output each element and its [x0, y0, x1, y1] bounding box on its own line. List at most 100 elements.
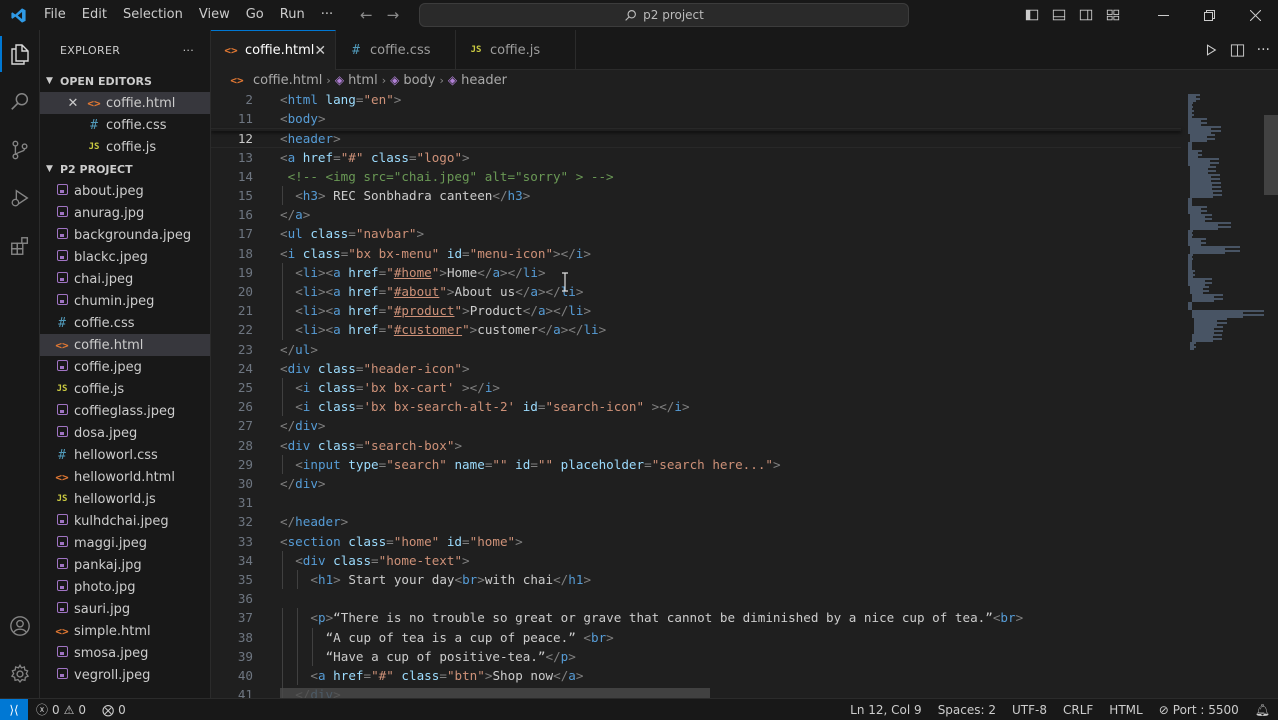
- image-file-icon: [54, 250, 70, 264]
- breadcrumb-html[interactable]: html: [348, 73, 378, 88]
- code-editor[interactable]: 2 <html lang="en"> 11 <body> 12 <header> 13 <a …: [211, 90, 1278, 698]
- open-editor-item[interactable]: ✕ <> coffie.html: [40, 92, 210, 114]
- language-mode[interactable]: HTML: [1101, 699, 1150, 720]
- run-file-icon[interactable]: [1204, 43, 1218, 57]
- code-line: 28 <div class="search-box">: [211, 436, 1181, 455]
- toggle-panel-icon[interactable]: [1045, 0, 1072, 30]
- menu-more[interactable]: ···: [313, 0, 341, 30]
- image-file-icon: [54, 536, 70, 550]
- file-tree-item[interactable]: smosa.jpeg: [40, 642, 210, 664]
- accounts-icon[interactable]: [0, 602, 40, 650]
- line-endings[interactable]: CRLF: [1055, 699, 1101, 720]
- menu-file[interactable]: File: [36, 0, 74, 30]
- file-tree-item[interactable]: dosa.jpeg: [40, 422, 210, 444]
- code-text: <li><a href="#product">Product</a></li>: [295, 303, 592, 319]
- file-tree-item[interactable]: coffieglass.jpeg: [40, 400, 210, 422]
- file-tree-item[interactable]: backgrounda.jpeg: [40, 224, 210, 246]
- breadcrumb-file[interactable]: coffie.html: [253, 73, 322, 88]
- file-tree-item[interactable]: chai.jpeg: [40, 268, 210, 290]
- explorer-more-icon[interactable]: ···: [183, 44, 194, 57]
- search-view-icon[interactable]: [0, 78, 40, 126]
- line-number: 13: [237, 149, 253, 165]
- file-tree-item[interactable]: chumin.jpeg: [40, 290, 210, 312]
- horizontal-scrollbar[interactable]: [280, 688, 710, 698]
- vertical-scrollbar[interactable]: [1264, 115, 1278, 195]
- breadcrumb-header[interactable]: header: [461, 73, 507, 88]
- toggle-primary-sidebar-icon[interactable]: [1018, 0, 1045, 30]
- close-editor-icon[interactable]: ✕: [66, 96, 80, 111]
- source-control-icon[interactable]: [0, 126, 40, 174]
- image-file-icon: [54, 558, 70, 572]
- tab-coffie-js[interactable]: JS coffie.js: [456, 30, 576, 70]
- file-tree-item[interactable]: anurag.jpg: [40, 202, 210, 224]
- indentation[interactable]: Spaces: 2: [930, 699, 1004, 720]
- menu-selection[interactable]: Selection: [115, 0, 191, 30]
- code-text: <p>“There is no trouble so great or grav…: [310, 610, 1024, 626]
- file-tree-item[interactable]: coffie.jpeg: [40, 356, 210, 378]
- file-tree-item[interactable]: blackc.jpeg: [40, 246, 210, 268]
- extensions-icon[interactable]: [0, 222, 40, 270]
- file-tree-item[interactable]: photo.jpg: [40, 576, 210, 598]
- cursor-position[interactable]: Ln 12, Col 9: [842, 699, 930, 720]
- file-tree-item[interactable]: <> helloworld.html: [40, 466, 210, 488]
- tab-coffie-html[interactable]: <> coffie.html ✕: [211, 30, 336, 70]
- explorer-icon[interactable]: [0, 30, 40, 78]
- close-window-icon[interactable]: [1232, 0, 1278, 30]
- file-tree-item[interactable]: kulhdchai.jpeg: [40, 510, 210, 532]
- forward-arrow-icon[interactable]: →: [387, 6, 400, 24]
- file-tree-item[interactable]: # helloworl.css: [40, 444, 210, 466]
- code-text: <div class="header-icon">: [280, 360, 470, 376]
- live-server-port[interactable]: ⊘ Port : 5500: [1151, 699, 1247, 720]
- file-tree-item[interactable]: maggi.jpeg: [40, 532, 210, 554]
- file-tree-item[interactable]: vegroll.jpeg: [40, 664, 210, 686]
- code-line: 30 </div>: [211, 474, 1181, 493]
- restore-icon[interactable]: [1186, 0, 1232, 30]
- file-tree-item[interactable]: sauri.jpg: [40, 598, 210, 620]
- html-file-icon: <>: [55, 338, 69, 352]
- file-tree-item[interactable]: JS coffie.js: [40, 378, 210, 400]
- file-tree-item[interactable]: JS helloworld.js: [40, 488, 210, 510]
- code-line: 33 <section class="home" id="home">: [211, 532, 1181, 551]
- menu-edit[interactable]: Edit: [74, 0, 115, 30]
- file-tree-item[interactable]: about.jpeg: [40, 180, 210, 202]
- customize-layout-icon[interactable]: [1099, 0, 1126, 30]
- line-number: 36: [237, 591, 253, 607]
- code-line: 16 </a>: [211, 205, 1181, 224]
- menu-run[interactable]: Run: [272, 0, 313, 30]
- close-tab-icon[interactable]: ✕: [314, 43, 326, 59]
- html-file-icon: <>: [230, 73, 244, 87]
- tab-coffie-css[interactable]: # coffie.css: [336, 30, 456, 70]
- command-center-search[interactable]: p2 project: [419, 3, 909, 27]
- project-section[interactable]: ▼ P2 PROJECT: [40, 158, 210, 180]
- more-actions-icon[interactable]: ···: [1257, 42, 1270, 58]
- file-tree-item[interactable]: pankaj.jpg: [40, 554, 210, 576]
- code-text: </ul>: [280, 341, 318, 357]
- notifications-bell-icon[interactable]: 🔔︎: [1247, 699, 1278, 720]
- split-editor-icon[interactable]: [1230, 43, 1245, 58]
- open-editors-section[interactable]: ▼ OPEN EDITORS: [40, 70, 210, 92]
- minimap-line: [1190, 196, 1213, 198]
- file-tree-item[interactable]: <> coffie.html: [40, 334, 210, 356]
- file-name: chumin.jpeg: [74, 293, 155, 309]
- open-editor-item[interactable]: # coffie.css: [40, 114, 210, 136]
- manage-gear-icon[interactable]: [0, 650, 40, 698]
- code-line: 12 <header>: [211, 128, 1181, 148]
- breadcrumb-body[interactable]: body: [403, 73, 435, 88]
- open-editor-item[interactable]: JS coffie.js: [40, 136, 210, 158]
- ports-indicator[interactable]: ⨂ 0: [94, 699, 134, 720]
- remote-indicator-icon[interactable]: ⟩⟨: [0, 698, 28, 720]
- back-arrow-icon[interactable]: ←: [360, 6, 373, 24]
- minimize-icon[interactable]: [1140, 0, 1186, 30]
- problems-indicator[interactable]: ⓧ 0 ⚠ 0: [28, 699, 94, 720]
- navigation-arrows: ← →: [360, 0, 399, 30]
- run-debug-icon[interactable]: [0, 174, 40, 222]
- toggle-secondary-sidebar-icon[interactable]: [1072, 0, 1099, 30]
- code-line: 26 <i class='bx bx-search-alt-2' id="sear…: [211, 397, 1181, 417]
- minimap[interactable]: [1186, 90, 1266, 390]
- file-tree-item[interactable]: # coffie.css: [40, 312, 210, 334]
- code-line: 13 <a href="#" class="logo">: [211, 148, 1181, 167]
- menu-view[interactable]: View: [191, 0, 238, 30]
- encoding[interactable]: UTF-8: [1004, 699, 1055, 720]
- menu-go[interactable]: Go: [238, 0, 272, 30]
- file-tree-item[interactable]: <> simple.html: [40, 620, 210, 642]
